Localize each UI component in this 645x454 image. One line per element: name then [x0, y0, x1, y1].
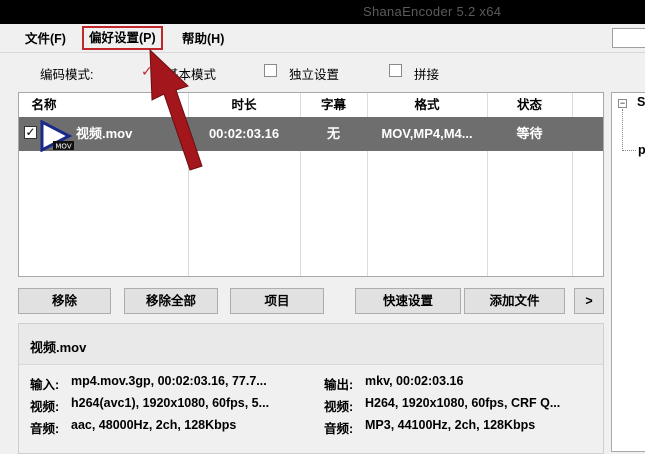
file-type-badge: MOV	[55, 143, 71, 151]
info-output-audio: MP3, 44100Hz, 2ch, 128Kbps	[365, 418, 536, 432]
info-input-label: 输入:	[30, 378, 60, 392]
independent-settings-label: 独立设置	[289, 68, 340, 82]
header-status[interactable]: 状态	[487, 93, 572, 117]
info-input-value: mp4.mov.3gp, 00:02:03.16, 77.7...	[71, 374, 267, 388]
video-file-icon: MOV	[40, 120, 74, 152]
add-file-button[interactable]: 添加文件	[464, 288, 565, 314]
row-format: MOV,MP4,M4...	[381, 126, 473, 141]
tree-line	[622, 109, 624, 151]
file-info-header	[19, 324, 603, 365]
search-box[interactable]	[612, 28, 645, 48]
row-status: 等待	[516, 126, 543, 141]
header-name[interactable]: 名称	[19, 93, 69, 117]
title-bar	[0, 0, 645, 24]
tree-collapse-icon[interactable]: −	[618, 99, 627, 108]
window-title: ShanaEncoder 5.2 x64	[363, 4, 502, 19]
info-output-value: mkv, 00:02:03.16	[365, 374, 464, 388]
concat-checkbox[interactable]	[389, 64, 402, 77]
more-button[interactable]: >	[574, 288, 604, 314]
info-audio-label-out: 音频:	[324, 422, 354, 436]
info-filename: 视频.mov	[30, 340, 87, 355]
header-format[interactable]: 格式	[367, 93, 487, 117]
info-input-video: h264(avc1), 1920x1080, 60fps, 5...	[71, 396, 270, 410]
header-subtitle[interactable]: 字幕	[300, 93, 367, 117]
menu-file[interactable]: 文件(F)	[21, 30, 70, 48]
tree-line	[622, 150, 636, 152]
independent-settings-checkbox[interactable]	[264, 64, 277, 77]
info-input-audio: aac, 48000Hz, 2ch, 128Kbps	[71, 418, 237, 432]
remove-all-button[interactable]: 移除全部	[124, 288, 218, 314]
remove-button[interactable]: 移除	[18, 288, 111, 314]
row-name: 视频.mov	[76, 126, 133, 141]
tree-node[interactable]: S	[637, 95, 645, 109]
info-audio-label: 音频:	[30, 422, 60, 436]
info-video-label-out: 视频:	[324, 400, 354, 414]
row-checkbox[interactable]: ✓	[24, 126, 37, 139]
concat-label: 拼接	[414, 68, 440, 82]
encode-mode-label: 编码模式:	[40, 68, 94, 82]
quick-settings-button[interactable]: 快速设置	[355, 288, 461, 314]
info-output-video: H264, 1920x1080, 60fps, CRF Q...	[365, 396, 561, 410]
item-button[interactable]: 项目	[230, 288, 324, 314]
row-subtitle: 无	[326, 126, 340, 141]
annotation-arrow-icon	[149, 48, 203, 171]
info-output-label: 输出:	[324, 378, 354, 392]
info-video-label: 视频:	[30, 400, 60, 414]
tree-node[interactable]: p	[638, 143, 645, 157]
